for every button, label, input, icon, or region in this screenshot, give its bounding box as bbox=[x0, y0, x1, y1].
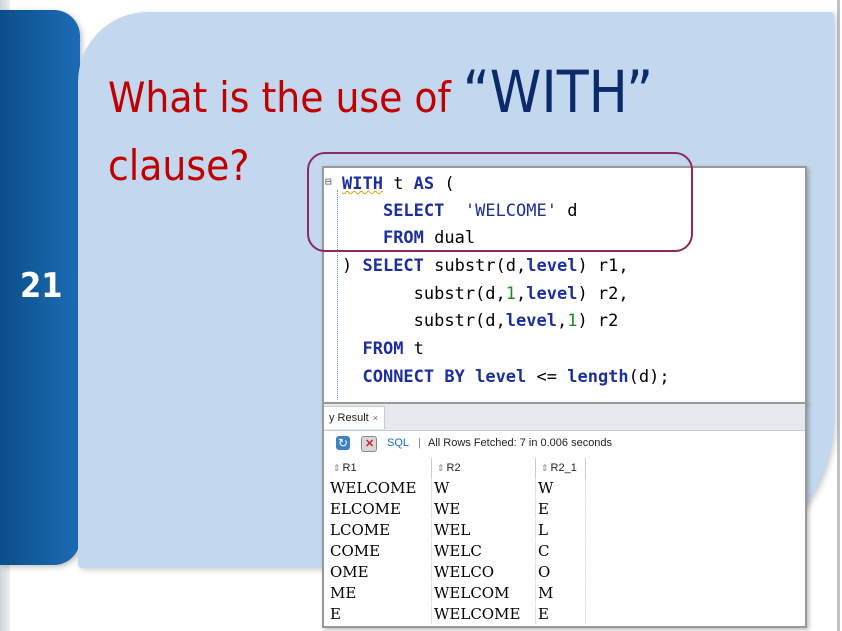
cell-r1: OME bbox=[328, 562, 432, 582]
code-token: , bbox=[516, 284, 527, 304]
code-token: SELECT bbox=[362, 256, 424, 276]
code-line: substr(d,1,level) r2, bbox=[342, 284, 629, 304]
code-token: ) r1, bbox=[577, 256, 629, 276]
refresh-icon[interactable] bbox=[336, 431, 350, 455]
column-header-label: R2 bbox=[446, 462, 461, 474]
title-keyword: “WITH” bbox=[462, 58, 654, 126]
cell-r2: WELCOME bbox=[432, 604, 536, 624]
cell-r2-1: E bbox=[536, 604, 586, 624]
code-token: 1 bbox=[567, 311, 578, 331]
with-clause-highlight bbox=[307, 152, 693, 252]
cell-r1: E bbox=[328, 604, 432, 624]
code-token: level bbox=[526, 256, 578, 276]
code-token: t bbox=[403, 339, 424, 359]
column-header-r1[interactable]: ⇕ R1 bbox=[328, 458, 432, 478]
code-line: ) SELECT substr(d,level) r1, bbox=[342, 256, 629, 276]
cell-r2-1: O bbox=[536, 562, 586, 582]
cell-r2-1: M bbox=[536, 583, 586, 603]
cell-r1: COME bbox=[328, 541, 432, 561]
code-token: (d); bbox=[628, 367, 670, 387]
close-icon[interactable]: × bbox=[373, 413, 378, 423]
cell-r2: WELCOM bbox=[432, 583, 536, 603]
column-header-label: R2_1 bbox=[550, 462, 577, 474]
cell-r2-1: W bbox=[536, 478, 586, 498]
result-toolbar: SQL | All Rows Fetched: 7 in 0.006 secon… bbox=[324, 431, 805, 456]
column-header-r2[interactable]: ⇕ R2 bbox=[432, 458, 536, 478]
result-tabbar: y Result × bbox=[324, 404, 805, 431]
code-token: FROM bbox=[362, 339, 404, 359]
code-token: , bbox=[556, 311, 568, 331]
toolbar-separator: | bbox=[418, 437, 421, 449]
code-line: CONNECT BY level <= length(d); bbox=[342, 367, 670, 387]
code-line: FROM t bbox=[342, 339, 424, 359]
cell-r2-1: E bbox=[536, 499, 586, 519]
cell-r2: WEL bbox=[432, 520, 536, 540]
title-prefix: What is the use of bbox=[108, 73, 463, 122]
code-token: substr(d, bbox=[423, 256, 527, 276]
clear-results-icon[interactable] bbox=[361, 432, 377, 456]
cell-r1: ELCOME bbox=[328, 499, 432, 519]
code-token: level bbox=[505, 311, 557, 331]
cell-r2: WELCO bbox=[432, 562, 536, 582]
slide-number: 21 bbox=[20, 266, 63, 306]
cell-r2: WELC bbox=[432, 541, 536, 561]
column-header-r2-1[interactable]: ⇕ R2_1 bbox=[536, 458, 586, 478]
query-result-panel: y Result × SQL | All Rows Fetched: 7 in 0… bbox=[322, 402, 807, 628]
cell-r1: LCOME bbox=[328, 520, 432, 540]
code-token: CONNECT BY bbox=[362, 367, 465, 387]
code-token: substr(d, bbox=[342, 311, 506, 331]
title-line-2: clause? bbox=[108, 141, 250, 190]
code-token: level bbox=[526, 284, 578, 304]
cell-r2-1: C bbox=[536, 541, 586, 561]
cell-r2: W bbox=[432, 478, 536, 498]
fetch-status: All Rows Fetched: 7 in 0.006 seconds bbox=[428, 437, 613, 449]
column-header-label: R1 bbox=[342, 462, 357, 474]
cell-r1: ME bbox=[328, 583, 432, 603]
sort-icon: ⇕ bbox=[333, 463, 341, 473]
right-edge-rule bbox=[837, 0, 840, 631]
code-token: length bbox=[567, 367, 629, 387]
code-token: ) r2 bbox=[577, 311, 619, 331]
code-token: level bbox=[475, 367, 527, 387]
cell-r1: WELCOME bbox=[328, 478, 432, 498]
code-token: 1 bbox=[505, 284, 517, 304]
code-token: substr(d, bbox=[342, 284, 506, 304]
sort-icon: ⇕ bbox=[541, 463, 549, 473]
cell-r2-1: L bbox=[536, 520, 586, 540]
code-token: ) bbox=[342, 256, 363, 276]
code-token: <= bbox=[526, 367, 568, 387]
tab-query-result[interactable]: y Result × bbox=[324, 406, 386, 429]
tab-label: y Result bbox=[329, 412, 369, 424]
code-line: substr(d,level,1) r2 bbox=[342, 311, 619, 331]
code-token: ) r2, bbox=[577, 284, 629, 304]
cell-r2: WE bbox=[432, 499, 536, 519]
sort-icon: ⇕ bbox=[437, 463, 445, 473]
sql-button[interactable]: SQL bbox=[387, 431, 409, 455]
